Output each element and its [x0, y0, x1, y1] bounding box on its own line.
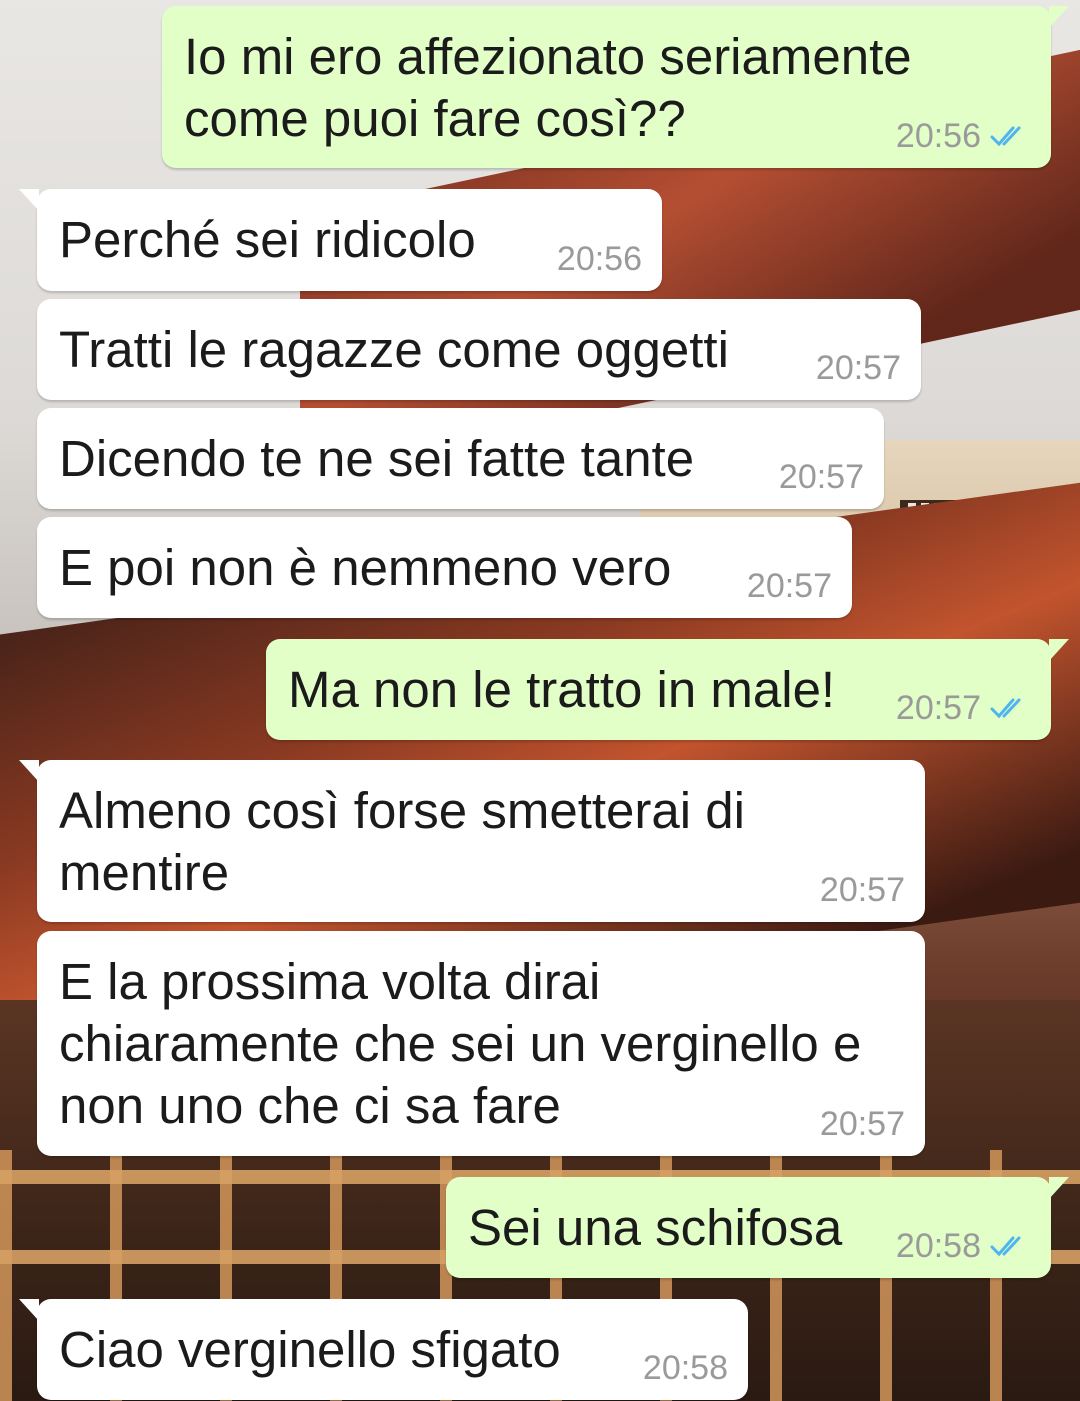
- message-list[interactable]: Io mi ero affezionato seriamente come pu…: [0, 0, 1080, 1401]
- message-time: 20:58: [642, 1349, 728, 1387]
- message-text: Tratti le ragazze come oggetti: [59, 321, 729, 378]
- message-text: E la prossima volta dirai chiaramente ch…: [59, 953, 862, 1134]
- message-bubble-incoming[interactable]: Perché sei ridicolo 20:56: [19, 189, 662, 291]
- message-time: 20:57: [819, 871, 905, 909]
- message-meta: 20:58: [643, 1350, 728, 1386]
- message-meta: 20:57: [820, 1106, 905, 1142]
- message-meta: 20:57: [896, 690, 1029, 726]
- message-text: Dicendo te ne sei fatte tante: [59, 430, 695, 487]
- message-bubble-incoming[interactable]: Almeno così forse smetterai di mentire 2…: [19, 760, 925, 922]
- bubble-tail: [19, 189, 39, 211]
- message-bubble-incoming[interactable]: Ciao verginello sfigato 20:58: [19, 1299, 748, 1400]
- message-time: 20:56: [895, 117, 981, 155]
- message-time: 20:57: [895, 689, 981, 727]
- message-text: Perché sei ridicolo: [59, 211, 476, 268]
- double-check-read-icon: [990, 698, 1021, 719]
- bubble-tail: [19, 1299, 39, 1321]
- message-time: 20:57: [815, 349, 901, 387]
- message-time: 20:57: [746, 567, 832, 605]
- bubble-tail: [1049, 639, 1069, 661]
- message-bubble-outgoing[interactable]: Sei una schifosa 20:58: [446, 1177, 1069, 1278]
- message-bubble-incoming[interactable]: Tratti le ragazze come oggetti 20:57: [37, 299, 921, 400]
- message-meta: 20:57: [779, 459, 864, 495]
- bubble-tail: [1049, 6, 1069, 28]
- bubble-tail: [1049, 1177, 1069, 1199]
- message-time: 20:56: [556, 240, 642, 278]
- message-meta: 20:57: [816, 350, 901, 386]
- message-text: Ciao verginello sfigato: [59, 1321, 561, 1378]
- message-meta: 20:57: [820, 872, 905, 908]
- message-time: 20:57: [819, 1105, 905, 1143]
- message-text: Almeno così forse smetterai di mentire: [59, 782, 745, 901]
- message-bubble-incoming[interactable]: E la prossima volta dirai chiaramente ch…: [37, 931, 925, 1156]
- message-time: 20:57: [778, 458, 864, 496]
- message-bubble-incoming[interactable]: E poi non è nemmeno vero 20:57: [37, 517, 852, 618]
- message-meta: 20:56: [557, 241, 642, 277]
- message-bubble-outgoing[interactable]: Ma non le tratto in male! 20:57: [266, 639, 1069, 740]
- double-check-read-icon: [990, 1236, 1021, 1257]
- message-meta: 20:58: [896, 1228, 1029, 1264]
- double-check-read-icon: [990, 126, 1021, 147]
- message-meta: 20:57: [747, 568, 832, 604]
- message-text: E poi non è nemmeno vero: [59, 539, 672, 596]
- message-meta: 20:56: [896, 118, 1029, 154]
- message-bubble-outgoing[interactable]: Io mi ero affezionato seriamente come pu…: [162, 6, 1069, 168]
- message-time: 20:58: [895, 1227, 981, 1265]
- message-bubble-incoming[interactable]: Dicendo te ne sei fatte tante 20:57: [37, 408, 884, 509]
- bubble-tail: [19, 760, 39, 782]
